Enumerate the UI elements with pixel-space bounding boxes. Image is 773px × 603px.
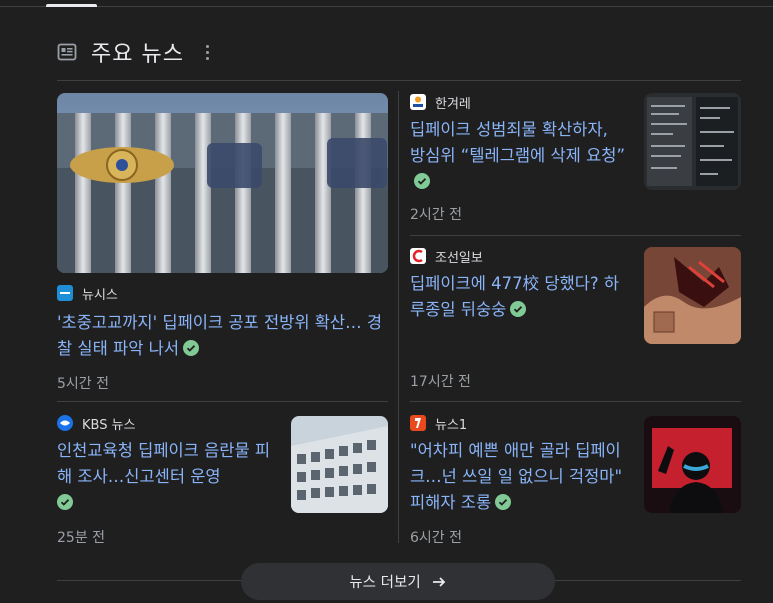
article-headline[interactable]: "어차피 예쁜 애만 골라 딥페이크…넌 쓰일 일 없으니 걱정마" 피해자 조… <box>410 438 628 516</box>
news-card[interactable]: 한겨레 딥페이크 성범죄물 확산하자, 방심위 “텔레그램에 삭제 요청” 2시… <box>410 93 741 227</box>
hankyoreh-logo-icon <box>410 94 426 110</box>
police-building-thumbnail <box>57 93 388 273</box>
article-source: 뉴스1 <box>410 414 468 433</box>
active-tab-indicator <box>46 4 97 7</box>
verified-check-icon <box>57 494 73 510</box>
newsis-logo-icon <box>57 285 73 301</box>
source-name: 뉴스1 <box>435 417 468 433</box>
news-card-featured[interactable]: 뉴시스 '초중고교까지' 딥페이크 공포 전방위 확산… 경찰 실태 파악 나서… <box>57 93 388 393</box>
kbs-logo-icon <box>57 415 73 431</box>
news-card[interactable]: 조선일보 딥페이크에 477校 당했다? 하루종일 뒤숭숭 17시간 전 <box>410 247 741 392</box>
chosun-logo-icon <box>410 248 426 264</box>
section-title: 주요 뉴스 <box>91 42 184 67</box>
article-headline[interactable]: 딥페이크에 477校 당했다? 하루종일 뒤숭숭 <box>410 271 628 323</box>
news1-logo-icon <box>410 415 426 431</box>
headline-text[interactable]: 딥페이크 성범죄물 확산하자, 방심위 “텔레그램에 삭제 요청” <box>410 120 625 165</box>
puzzle-hand-thumbnail <box>644 247 741 344</box>
article-source: 한겨레 <box>410 93 471 112</box>
news-card[interactable]: 뉴스1 "어차피 예쁜 애만 골라 딥페이크…넌 쓰일 일 없으니 걱정마" 피… <box>410 414 741 548</box>
verified-check-icon <box>510 301 527 317</box>
verified-check-icon <box>414 173 430 189</box>
article-time: 25분 전 <box>57 530 106 546</box>
more-options-icon[interactable] <box>200 42 216 62</box>
row-divider <box>410 235 741 236</box>
row-divider <box>410 401 741 402</box>
more-news-label: 뉴스 더보기 <box>349 575 421 591</box>
article-headline[interactable]: '초중고교까지' 딥페이크 공포 전방위 확산… 경찰 실태 파악 나서 <box>57 310 388 362</box>
source-name: 한겨레 <box>435 96 471 112</box>
more-news-button[interactable]: 뉴스 더보기 <box>241 563 555 600</box>
verified-check-icon <box>495 494 512 510</box>
source-name: KBS 뉴스 <box>82 417 136 433</box>
news-card[interactable]: KBS 뉴스 인천교육청 딥페이크 음란물 피해 조사…신고센터 운영 25분 … <box>57 414 388 548</box>
article-time: 17시간 전 <box>410 374 471 390</box>
section-header: 주요 뉴스 <box>57 36 216 68</box>
row-divider <box>57 401 388 402</box>
silhouette-thumbnail <box>644 416 741 513</box>
telegram-screenshot-thumbnail <box>644 93 741 190</box>
article-source: KBS 뉴스 <box>57 414 136 433</box>
source-name: 조선일보 <box>435 250 483 266</box>
source-name: 뉴시스 <box>82 287 118 303</box>
article-time: 2시간 전 <box>410 207 462 223</box>
article-time: 6시간 전 <box>410 530 462 546</box>
top-divider <box>0 6 773 7</box>
article-time: 5시간 전 <box>57 376 109 392</box>
school-building-thumbnail <box>291 416 388 513</box>
arrow-right-icon <box>432 576 445 587</box>
column-divider <box>398 91 399 543</box>
article-headline[interactable]: 인천교육청 딥페이크 음란물 피해 조사…신고센터 운영 <box>57 438 275 516</box>
article-source: 조선일보 <box>410 247 483 266</box>
verified-check-icon <box>183 340 199 356</box>
newspaper-icon <box>57 43 77 61</box>
article-headline[interactable]: 딥페이크 성범죄물 확산하자, 방심위 “텔레그램에 삭제 요청” <box>410 117 628 195</box>
headline-text[interactable]: "어차피 예쁜 애만 골라 딥페이크…넌 쓰일 일 없으니 걱정마" 피해자 조… <box>410 441 622 512</box>
headline-text[interactable]: '초중고교까지' 딥페이크 공포 전방위 확산… 경찰 실태 파악 나서 <box>57 313 382 358</box>
headline-text[interactable]: 인천교육청 딥페이크 음란물 피해 조사…신고센터 운영 <box>57 441 270 486</box>
article-source: 뉴시스 <box>57 284 118 303</box>
header-divider <box>57 80 741 81</box>
